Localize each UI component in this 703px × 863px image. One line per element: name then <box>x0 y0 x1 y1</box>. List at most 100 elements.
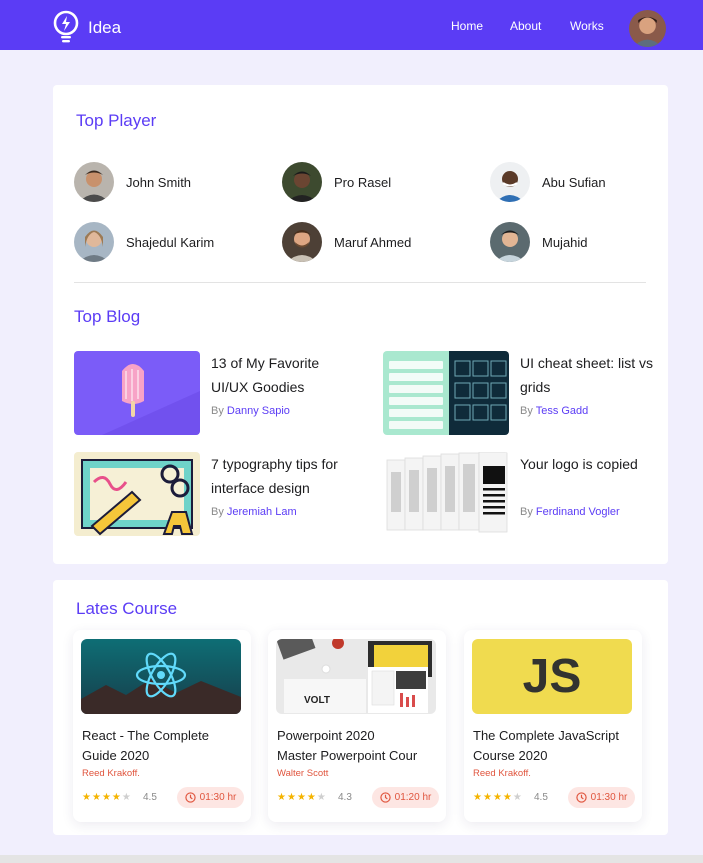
duration-text: 01:30 hr <box>590 792 628 803</box>
blog-byline: By Ferdinand Vogler <box>520 506 620 518</box>
course-image <box>81 639 241 714</box>
rating-value: 4.5 <box>143 792 157 803</box>
course-title[interactable]: The Complete JavaScript Course 2020 <box>473 726 638 766</box>
by-label: By <box>520 405 533 417</box>
blog-thumbnail <box>74 452 200 536</box>
course-image-text: VOLT <box>304 695 330 706</box>
course-image: JS <box>472 639 632 714</box>
player-name: Mujahid <box>542 234 588 250</box>
page-bottom-bar <box>0 855 703 863</box>
star-icon: ★ <box>306 792 316 803</box>
lightbulb-icon <box>53 10 79 43</box>
duration-text: 01:30 hr <box>199 792 237 803</box>
star-icon: ★ <box>512 792 522 803</box>
star-rating: ★ ★ ★ ★ ★ <box>82 792 131 804</box>
course-title-line: Guide 2020 <box>82 748 150 763</box>
duration-badge: 01:20 hr <box>372 787 439 808</box>
blog-thumbnail <box>383 452 509 536</box>
clock-icon <box>575 792 587 803</box>
course-card[interactable]: React - The Complete Guide 2020 Reed Kra… <box>73 630 251 822</box>
blog-item[interactable]: 7 typography tips for interface design B… <box>74 452 354 536</box>
star-icon: ★ <box>82 792 91 803</box>
blog-title[interactable]: Your logo is copied <box>520 452 660 476</box>
blog-item[interactable]: Your logo is copied By Ferdinand Vogler <box>383 452 663 536</box>
duration-badge: 01:30 hr <box>177 787 244 808</box>
course-author[interactable]: Reed Krakoff. <box>473 768 531 779</box>
blog-title[interactable]: UI cheat sheet: list vs grids <box>520 351 660 399</box>
course-title-line: Master Powerpoint Cour <box>277 748 418 763</box>
player-avatar <box>282 222 322 262</box>
star-icon: ★ <box>286 792 296 803</box>
player-name: Pro Rasel <box>334 174 392 190</box>
star-rating: ★ ★ ★ ★ ★ <box>277 792 326 804</box>
clock-icon <box>379 792 391 803</box>
blog-item[interactable]: 13 of My Favorite UI/UX Goodies By Danny… <box>74 351 354 435</box>
blog-author[interactable]: Ferdinand Vogler <box>536 506 620 518</box>
star-icon: ★ <box>91 792 101 803</box>
rating-value: 4.5 <box>534 792 548 803</box>
blog-byline: By Jeremiah Lam <box>211 506 297 518</box>
course-author[interactable]: Walter Scott <box>277 768 328 779</box>
star-icon: ★ <box>101 792 111 803</box>
player-item[interactable]: Pro Rasel <box>282 162 391 202</box>
by-label: By <box>520 506 533 518</box>
course-title[interactable]: React - The Complete Guide 2020 <box>82 726 247 766</box>
section-divider <box>74 282 646 283</box>
rating-value: 4.3 <box>338 792 352 803</box>
player-avatar <box>490 162 530 202</box>
player-item[interactable]: John Smith <box>74 162 191 202</box>
star-icon: ★ <box>502 792 512 803</box>
top-navbar: Idea Home About Works <box>0 0 703 50</box>
player-avatar <box>490 222 530 262</box>
top-blog-title: Top Blog <box>74 307 141 326</box>
star-icon: ★ <box>111 792 121 803</box>
player-name: John Smith <box>126 174 192 190</box>
by-label: By <box>211 506 224 518</box>
star-icon: ★ <box>277 792 286 803</box>
user-avatar[interactable] <box>629 10 666 47</box>
course-title-line: React - The Complete <box>82 728 209 743</box>
duration-text: 01:20 hr <box>394 792 432 803</box>
clock-icon <box>184 792 196 803</box>
course-title-line: Course 2020 <box>473 748 548 763</box>
blog-thumbnail <box>74 351 200 435</box>
star-icon: ★ <box>492 792 502 803</box>
blog-byline: By Tess Gadd <box>520 405 588 417</box>
player-item[interactable]: Shajedul Karim <box>74 222 214 262</box>
player-name: Shajedul Karim <box>126 234 215 250</box>
blog-author[interactable]: Danny Sapio <box>227 405 290 417</box>
course-card[interactable]: VOLT Powerpoint 2020 Master Powerpoint C… <box>268 630 446 822</box>
player-item[interactable]: Maruf Ahmed <box>282 222 411 262</box>
blog-author[interactable]: Tess Gadd <box>536 405 589 417</box>
course-image: VOLT <box>276 639 436 714</box>
courses-title: Lates Course <box>76 599 178 618</box>
by-label: By <box>211 405 224 417</box>
course-title-line: The Complete JavaScript <box>473 728 619 743</box>
course-card[interactable]: JS The Complete JavaScript Course 2020 R… <box>464 630 642 822</box>
course-title-line: Powerpoint 2020 <box>277 728 375 743</box>
player-item[interactable]: Mujahid <box>490 222 588 262</box>
player-avatar <box>74 222 114 262</box>
player-name: Abu Sufian <box>542 174 606 190</box>
player-name: Maruf Ahmed <box>334 234 412 250</box>
blog-title[interactable]: 7 typography tips for interface design <box>211 452 351 500</box>
star-icon: ★ <box>121 792 131 803</box>
blog-item[interactable]: UI cheat sheet: list vs grids By Tess Ga… <box>383 351 663 435</box>
nav-about[interactable]: About <box>510 19 541 33</box>
star-rating: ★ ★ ★ ★ ★ <box>473 792 522 804</box>
star-icon: ★ <box>316 792 326 803</box>
course-title[interactable]: Powerpoint 2020 Master Powerpoint Cour <box>277 726 442 766</box>
nav-home[interactable]: Home <box>451 19 483 33</box>
course-author[interactable]: Reed Krakoff. <box>82 768 140 779</box>
nav-works[interactable]: Works <box>570 19 604 33</box>
blog-title[interactable]: 13 of My Favorite UI/UX Goodies <box>211 351 351 399</box>
player-item[interactable]: Abu Sufian <box>490 162 606 202</box>
course-image-text: JS <box>522 650 582 703</box>
player-avatar <box>74 162 114 202</box>
star-icon: ★ <box>473 792 482 803</box>
blog-byline: By Danny Sapio <box>211 405 290 417</box>
brand-name: Idea <box>88 18 122 37</box>
brand-logo[interactable]: Idea <box>52 10 121 46</box>
blog-thumbnail <box>383 351 509 435</box>
blog-author[interactable]: Jeremiah Lam <box>227 506 297 518</box>
